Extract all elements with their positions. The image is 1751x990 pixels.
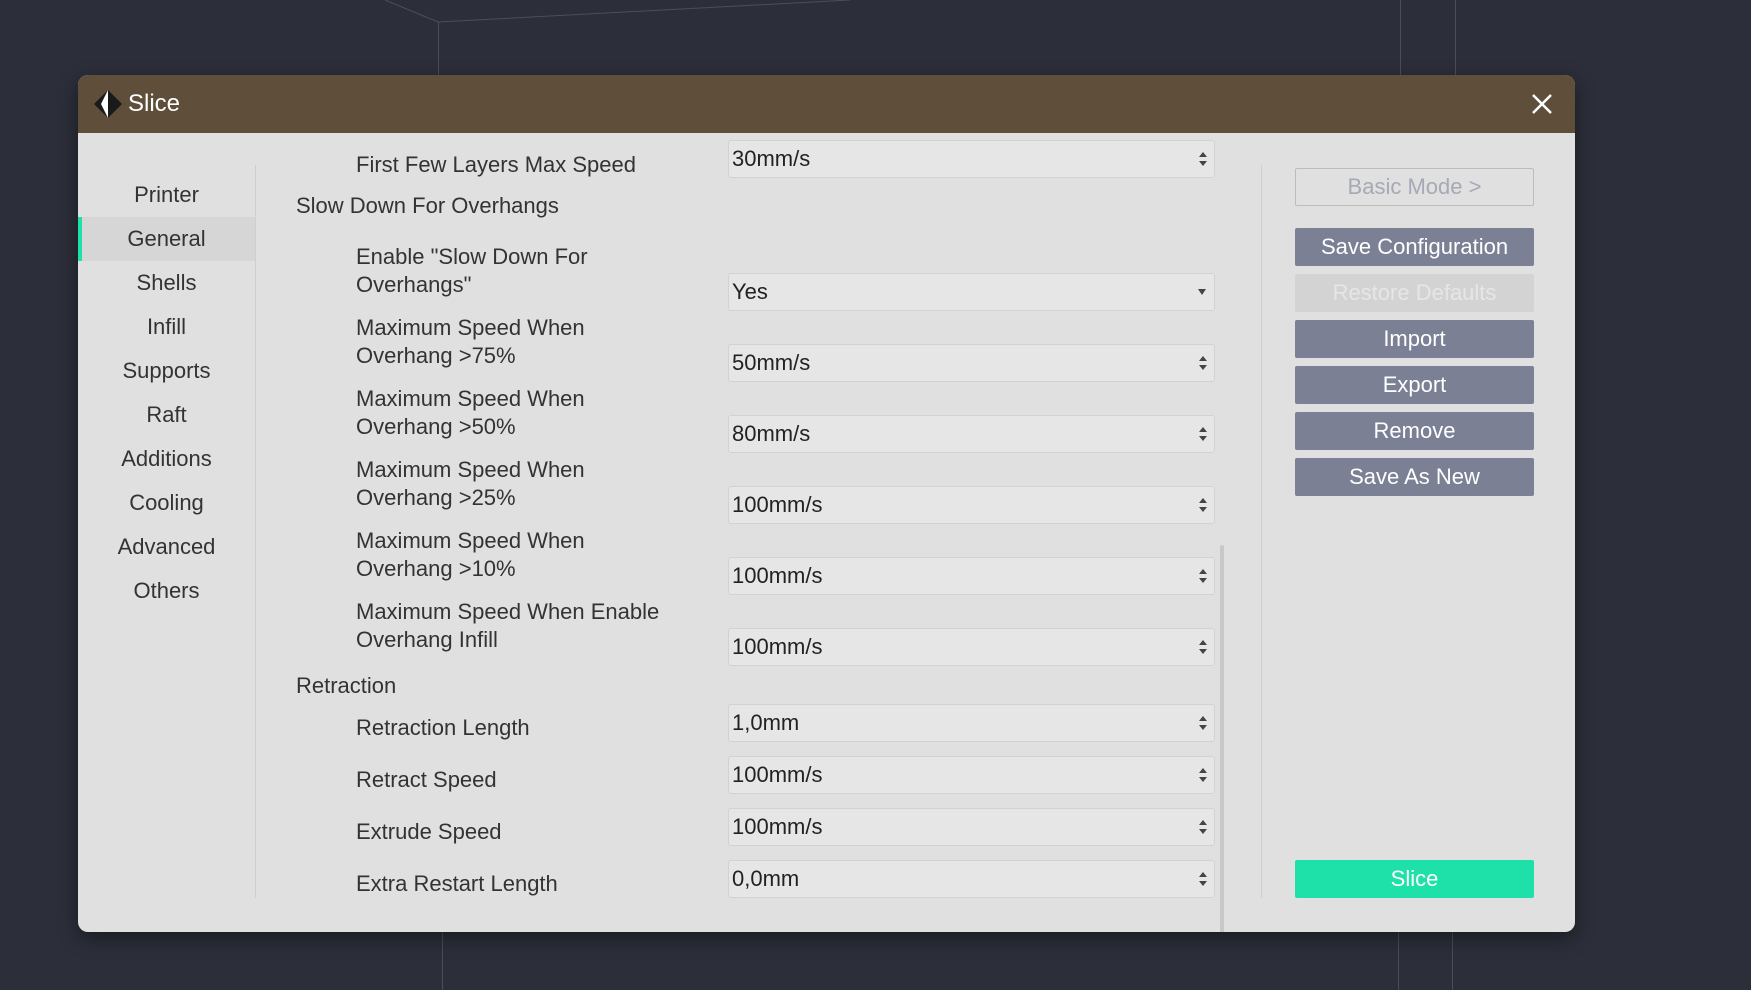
field-value: Yes [732, 279, 768, 304]
speed-25-spinbox[interactable]: 100mm/s [728, 486, 1215, 524]
enable-overhangs-dropdown[interactable]: Yes [728, 273, 1215, 311]
speed-50-spinbox[interactable]: 80mm/s [728, 415, 1215, 453]
first-layers-speed-spinbox[interactable]: 30mm/s [728, 140, 1215, 178]
setting-label: Extra Restart Length [356, 871, 558, 896]
setting-label: Extrude Speed [356, 819, 502, 844]
speed-infill-spinbox[interactable]: 100mm/s [728, 628, 1215, 666]
retraction-length-spinbox[interactable]: 1,0mm [728, 704, 1215, 742]
import-button[interactable]: Import [1295, 320, 1534, 358]
setting-label: Maximum Speed When Overhang >75% [356, 315, 585, 368]
field-value: 100mm/s [732, 634, 823, 659]
viewport-grid-line [1452, 932, 1453, 990]
spinner-arrows-icon[interactable] [1198, 567, 1208, 585]
setting-label: Maximum Speed When Overhang >50% [356, 386, 585, 439]
spinner-arrows-icon[interactable] [1198, 818, 1208, 836]
setting-label: Retraction Length [356, 715, 530, 740]
speed-10-spinbox[interactable]: 100mm/s [728, 557, 1215, 595]
field-value: 100mm/s [732, 492, 823, 517]
spinner-arrows-icon[interactable] [1198, 638, 1208, 656]
setting-label: Maximum Speed When Overhang >25% [356, 457, 585, 510]
setting-label: Maximum Speed When Enable Overhang Infil… [356, 599, 660, 652]
remove-button[interactable]: Remove [1295, 412, 1534, 450]
setting-label: First Few Layers Max Speed [356, 152, 636, 177]
spinner-arrows-icon[interactable] [1198, 766, 1208, 784]
settings-panel: First Few Layers Max Speed 30mm/s Slow D… [78, 133, 1238, 932]
save-configuration-button[interactable]: Save Configuration [1295, 228, 1534, 266]
spinner-arrows-icon[interactable] [1198, 870, 1208, 888]
close-icon[interactable] [1523, 85, 1561, 123]
viewport-grid-line [1398, 932, 1399, 990]
viewport-grid-line [442, 932, 443, 990]
viewport-grid-edge [384, 0, 851, 23]
section-title-overhangs: Slow Down For Overhangs [296, 193, 559, 218]
spinner-arrows-icon[interactable] [1198, 425, 1208, 443]
viewport-grid-line [438, 22, 439, 82]
viewport-grid-line [1455, 0, 1456, 80]
setting-label: Retract Speed [356, 767, 497, 792]
setting-label: Maximum Speed When Overhang >10% [356, 528, 585, 581]
field-value: 80mm/s [732, 421, 811, 446]
extrude-speed-spinbox[interactable]: 100mm/s [728, 808, 1215, 846]
basic-mode-button[interactable]: Basic Mode > [1295, 168, 1534, 206]
field-value: 1,0mm [732, 710, 800, 735]
extra-restart-length-spinbox[interactable]: 0,0mm [728, 860, 1215, 898]
dropdown-arrow-icon [1198, 289, 1206, 295]
spinner-arrows-icon[interactable] [1198, 714, 1208, 732]
restore-defaults-button[interactable]: Restore Defaults [1295, 274, 1534, 312]
field-value: 100mm/s [732, 814, 823, 839]
field-value: 50mm/s [732, 350, 811, 375]
spinner-arrows-icon[interactable] [1198, 354, 1208, 372]
export-button[interactable]: Export [1295, 366, 1534, 404]
slice-button[interactable]: Slice [1295, 860, 1534, 898]
app-logo-icon [94, 90, 122, 118]
save-as-new-button[interactable]: Save As New [1295, 458, 1534, 496]
field-value: 30mm/s [732, 146, 811, 171]
field-value: 0,0mm [732, 866, 800, 891]
section-title-retraction: Retraction [296, 673, 397, 698]
settings-scrollbar[interactable] [1220, 545, 1224, 932]
field-value: 100mm/s [732, 563, 823, 588]
retract-speed-spinbox[interactable]: 100mm/s [728, 756, 1215, 794]
setting-label: Enable "Slow Down For Overhangs" [356, 244, 588, 297]
slice-dialog: Slice Printer General Shells Infill Supp… [78, 75, 1575, 932]
dialog-title: Slice [128, 90, 181, 117]
spinner-arrows-icon[interactable] [1198, 496, 1208, 514]
viewport-grid-line [1400, 0, 1401, 80]
dialog-titlebar: Slice [78, 75, 1575, 133]
field-value: 100mm/s [732, 762, 823, 787]
actions-divider [1261, 165, 1262, 898]
speed-75-spinbox[interactable]: 50mm/s [728, 344, 1215, 382]
spinner-arrows-icon[interactable] [1198, 150, 1208, 168]
